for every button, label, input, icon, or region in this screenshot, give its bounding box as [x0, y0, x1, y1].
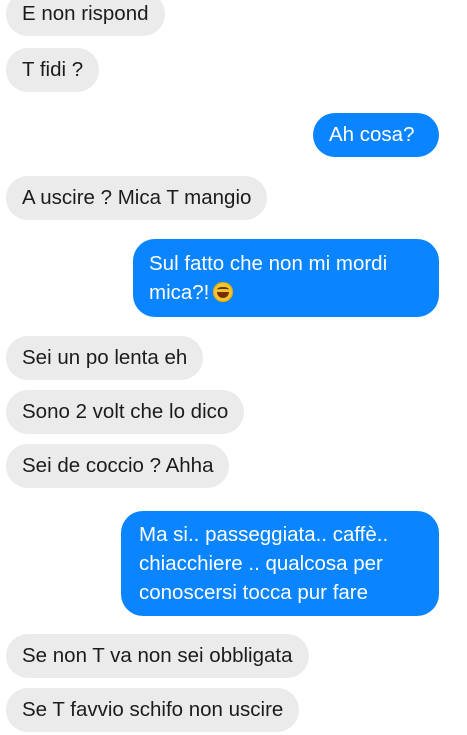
- message-text: Ah cosa?: [329, 123, 415, 146]
- message-bubble-sent[interactable]: Sul fatto che non mi mordi mica?!: [133, 239, 439, 317]
- message-text: Ma si.. passeggiata.. caffè.. chiacchier…: [139, 523, 389, 604]
- message-text: Se non T va non sei obbligata: [22, 644, 293, 667]
- message-bubble-received[interactable]: Sono 2 volt che lo dico: [6, 390, 245, 434]
- message-bubble-received[interactable]: Se non T va non sei obbligata: [6, 634, 309, 678]
- conversation-thread: E non rispond T fidi ? Ah cosa? A uscire…: [0, 0, 467, 735]
- grinning-sweat-emoji-icon: [213, 282, 234, 302]
- message-bubble-received[interactable]: E non rispond: [6, 0, 165, 36]
- message-text: E non rispond: [22, 2, 149, 25]
- message-bubble-received[interactable]: Sei un po lenta eh: [6, 336, 204, 380]
- message-text: A uscire ? Mica T mangio: [22, 186, 252, 209]
- message-text: Sono 2 volt che lo dico: [22, 400, 229, 423]
- message-text: Sul fatto che non mi mordi mica?!: [149, 252, 388, 304]
- message-bubble-sent[interactable]: Ah cosa?: [313, 113, 439, 157]
- message-bubble-received[interactable]: Sei de coccio ? Ahha: [6, 444, 230, 488]
- message-text: Sei de coccio ? Ahha: [22, 454, 214, 477]
- message-text: Sei un po lenta eh: [22, 346, 188, 369]
- message-text: Se T favvio schifo non uscire: [22, 698, 284, 721]
- message-text: T fidi ?: [22, 58, 84, 81]
- message-bubble-received[interactable]: T fidi ?: [6, 48, 100, 92]
- message-bubble-received[interactable]: Se T favvio schifo non uscire: [6, 688, 300, 732]
- message-bubble-sent[interactable]: Ma si.. passeggiata.. caffè.. chiacchier…: [121, 511, 439, 616]
- message-bubble-received[interactable]: A uscire ? Mica T mangio: [6, 176, 268, 220]
